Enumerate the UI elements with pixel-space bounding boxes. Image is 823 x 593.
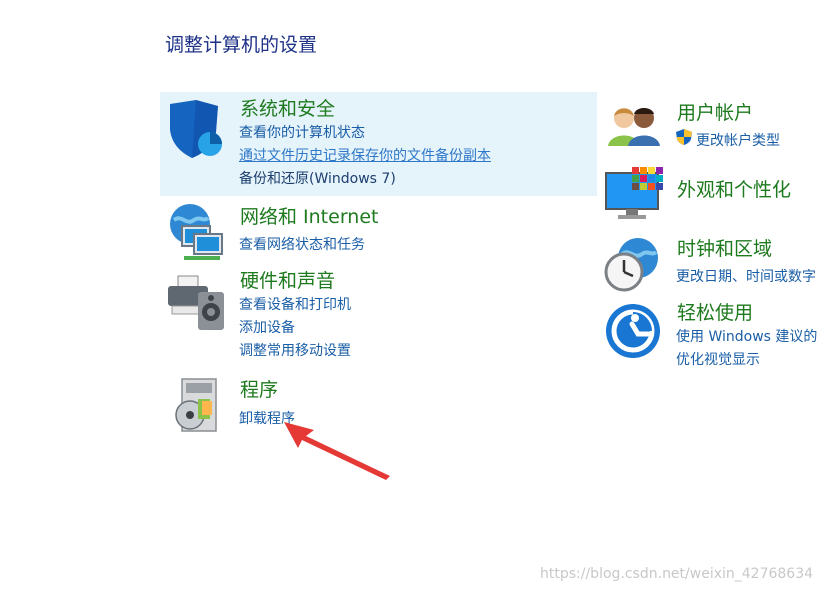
category-title[interactable]: 外观和个性化 bbox=[677, 175, 791, 202]
link-network-status[interactable]: 查看网络状态和任务 bbox=[239, 234, 365, 254]
category-title[interactable]: 轻松使用 bbox=[677, 298, 753, 325]
link-windows-suggestions[interactable]: 使用 Windows 建议的 bbox=[676, 326, 817, 346]
category-clock-region[interactable]: 时钟和区域 更改日期、时间或数字 bbox=[600, 232, 823, 294]
annotation-arrow bbox=[284, 422, 390, 480]
link-view-computer-status[interactable]: 查看你的计算机状态 bbox=[239, 122, 365, 142]
page-title: 调整计算机的设置 bbox=[165, 34, 318, 56]
category-system-security[interactable]: 系统和安全 查看你的计算机状态 通过文件历史记录保存你的文件备份副本 备份和还原… bbox=[160, 92, 597, 196]
category-title[interactable]: 网络和 Internet bbox=[240, 202, 378, 229]
category-title[interactable]: 程序 bbox=[240, 375, 278, 402]
shield-icon bbox=[166, 98, 224, 164]
monitor-palette-icon bbox=[604, 165, 666, 227]
users-icon bbox=[606, 102, 662, 152]
link-devices-printers[interactable]: 查看设备和打印机 bbox=[239, 294, 351, 314]
category-title[interactable]: 系统和安全 bbox=[240, 94, 335, 121]
ease-of-access-icon bbox=[604, 302, 662, 364]
category-hardware-sound[interactable]: 硬件和声音 查看设备和打印机 添加设备 调整常用移动设置 bbox=[160, 264, 597, 364]
link-add-device[interactable]: 添加设备 bbox=[239, 317, 295, 337]
uac-shield-icon bbox=[675, 128, 693, 150]
clock-globe-icon bbox=[602, 234, 662, 298]
link-change-account-type[interactable]: 更改帐户类型 bbox=[696, 130, 780, 150]
category-ease-of-access[interactable]: 轻松使用 使用 Windows 建议的 优化视觉显示 bbox=[600, 296, 823, 372]
watermark-text: https://blog.csdn.net/weixin_42768634 bbox=[540, 566, 814, 582]
category-network-internet[interactable]: 网络和 Internet 查看网络状态和任务 bbox=[160, 200, 597, 262]
link-file-history-backup[interactable]: 通过文件历史记录保存你的文件备份副本 bbox=[239, 145, 491, 165]
category-title[interactable]: 时钟和区域 bbox=[677, 234, 772, 261]
link-backup-restore[interactable]: 备份和还原(Windows 7) bbox=[239, 168, 396, 188]
link-mobility-settings[interactable]: 调整常用移动设置 bbox=[239, 340, 351, 360]
category-appearance-personalization[interactable]: 外观和个性化 bbox=[600, 163, 823, 225]
network-globe-icon bbox=[164, 200, 228, 266]
category-user-accounts[interactable]: 用户帐户 更改帐户类型 bbox=[600, 96, 823, 156]
programs-disc-icon bbox=[172, 377, 222, 437]
category-title[interactable]: 用户帐户 bbox=[677, 98, 753, 125]
category-title[interactable]: 硬件和声音 bbox=[240, 266, 335, 293]
printer-speaker-icon bbox=[164, 272, 228, 336]
link-change-date-time[interactable]: 更改日期、时间或数字 bbox=[676, 266, 816, 286]
link-optimize-visual[interactable]: 优化视觉显示 bbox=[676, 349, 760, 369]
